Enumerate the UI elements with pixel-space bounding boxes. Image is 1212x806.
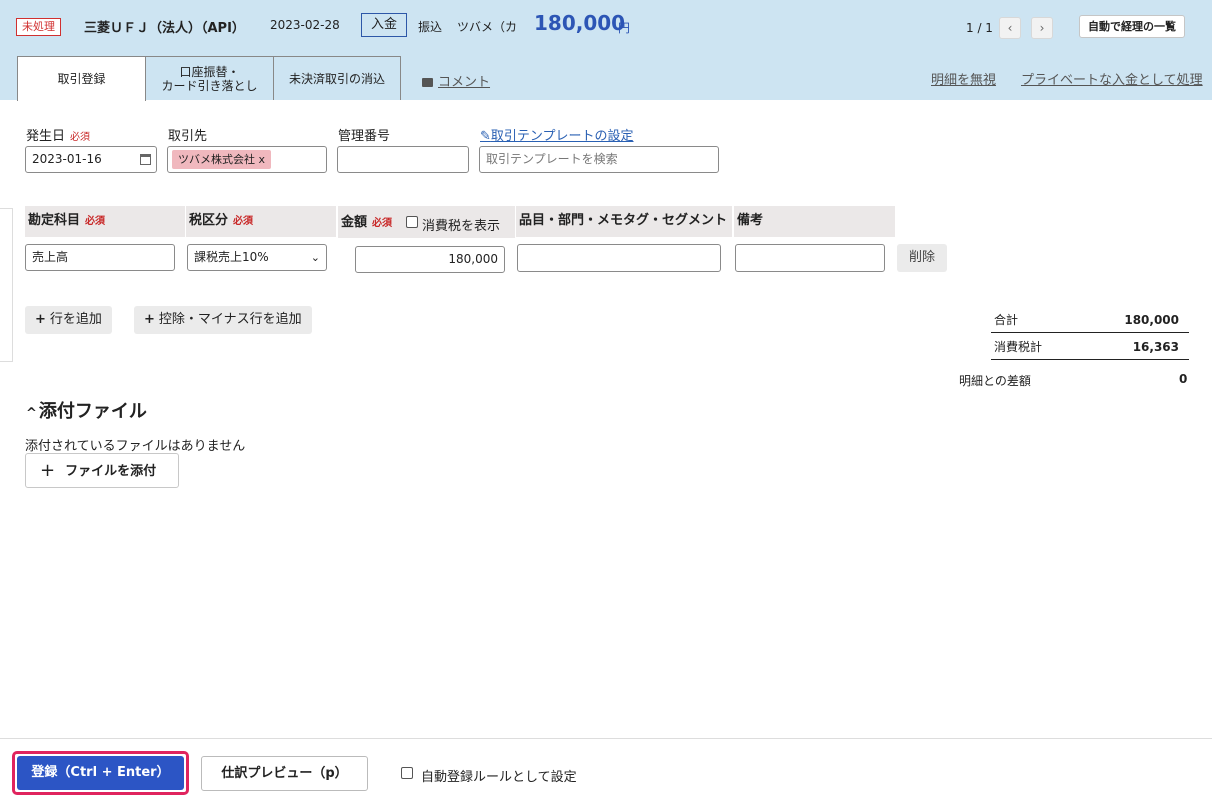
date-label: 発生日 必須 [26, 129, 91, 144]
submit-focus-ring: 登録（Ctrl + Enter） [12, 751, 189, 795]
show-tax-checkbox[interactable] [406, 216, 418, 228]
side-panel-tab[interactable] [0, 208, 13, 362]
submit-button[interactable]: 登録（Ctrl + Enter） [17, 756, 184, 790]
note-input[interactable] [735, 244, 885, 272]
date-input[interactable]: 2023-01-16 [25, 146, 157, 173]
header-tax-category: 税区分 必須 [186, 206, 336, 237]
delete-row-button[interactable]: 削除 [897, 244, 947, 272]
journal-preview-button[interactable]: 仕訳プレビュー（p） [201, 756, 368, 791]
template-search-input[interactable]: 取引テンプレートを検索 [479, 146, 719, 173]
tax-category-select[interactable]: 課税売上10% ⌄ [187, 244, 327, 271]
remove-tag-button[interactable]: x [259, 153, 266, 166]
template-settings-link[interactable]: ✎取引テンプレートの設定 [480, 125, 634, 144]
items-segments-input[interactable] [517, 244, 721, 272]
transaction-amount: 180,000 [534, 11, 626, 35]
chevron-up-icon: ^ [26, 406, 37, 421]
comment-link[interactable]: コメント [422, 71, 490, 90]
difference-label: 明細との差額 [959, 374, 1031, 388]
calendar-icon[interactable] [140, 154, 151, 165]
ignore-statement-link[interactable]: 明細を無視 [931, 69, 996, 88]
plus-icon: + [40, 460, 56, 481]
attach-file-button[interactable]: + ファイルを添付 [25, 453, 179, 488]
partner-tag: ツバメ株式会社 x [172, 150, 272, 169]
add-deduction-row-button[interactable]: + 控除・マイナス行を追加 [134, 306, 312, 334]
partner-label: 取引先 [168, 129, 208, 144]
management-number-input[interactable] [337, 146, 469, 173]
date-value: 2023-01-16 [32, 152, 102, 166]
chevron-right-icon: › [1039, 21, 1045, 35]
payment-method: 振込 [418, 20, 443, 34]
status-badge: 未処理 [16, 18, 61, 36]
difference-value: 0 [1179, 372, 1188, 386]
account-input[interactable]: 売上高 [25, 244, 175, 271]
plus-icon: + [144, 312, 155, 327]
tab-reconcile[interactable]: 未決済取引の消込 [273, 56, 401, 100]
tab-label: 口座振替・ カード引き落とし [161, 64, 258, 93]
prev-page-button[interactable]: ‹ [999, 17, 1021, 39]
comment-icon [422, 78, 433, 87]
private-income-link[interactable]: プライベートな入金として処理 [1021, 69, 1203, 88]
next-page-button[interactable]: › [1031, 17, 1053, 39]
pager-count: 1 / 1 [966, 21, 993, 35]
tab-transaction-registration[interactable]: 取引登録 [17, 56, 146, 101]
currency-unit: 円 [618, 21, 631, 35]
auto-accounting-list-button[interactable]: 自動で経理の一覧 [1079, 15, 1185, 38]
bank-account-name: 三菱ＵＦＪ（法人）（API） [84, 21, 245, 36]
no-attachments-text: 添付されているファイルはありません [25, 439, 246, 454]
chevron-left-icon: ‹ [1007, 21, 1013, 35]
plus-icon: + [35, 312, 46, 327]
partner-input[interactable]: ツバメ株式会社 x [167, 146, 327, 173]
show-tax-label: 消費税を表示 [422, 219, 501, 234]
add-row-button[interactable]: + 行を追加 [25, 306, 112, 334]
amount-input[interactable]: 180,000 [355, 246, 505, 273]
tab-account-transfer[interactable]: 口座振替・ カード引き落とし [145, 56, 274, 100]
transaction-type-badge: 入金 [361, 13, 408, 37]
tab-label: 未決済取引の消込 [288, 71, 385, 86]
tab-label: 取引登録 [57, 72, 106, 86]
summary-tax: 消費税計 16,363 [991, 334, 1189, 360]
attachments-heading[interactable]: ^ 添付ファイル [26, 397, 147, 423]
auto-rule-checkbox[interactable] [401, 767, 413, 779]
header-account: 勘定科目 必須 [25, 206, 185, 237]
auto-rule-label: 自動登録ルールとして設定 [421, 770, 577, 785]
comment-label: コメント [438, 75, 491, 90]
header-note: 備考 [734, 206, 895, 237]
management-number-label: 管理番号 [338, 129, 391, 144]
counterparty-text: ツバメ（カ [457, 20, 518, 34]
header-items-segments: 品目・部門・メモタグ・セグメント [516, 206, 732, 237]
transaction-date: 2023-02-28 [270, 18, 340, 32]
summary-total: 合計 180,000 [991, 307, 1189, 333]
chevron-down-icon: ⌄ [310, 251, 320, 264]
required-mark: 必須 [70, 132, 91, 143]
edit-icon: ✎ [480, 129, 491, 144]
